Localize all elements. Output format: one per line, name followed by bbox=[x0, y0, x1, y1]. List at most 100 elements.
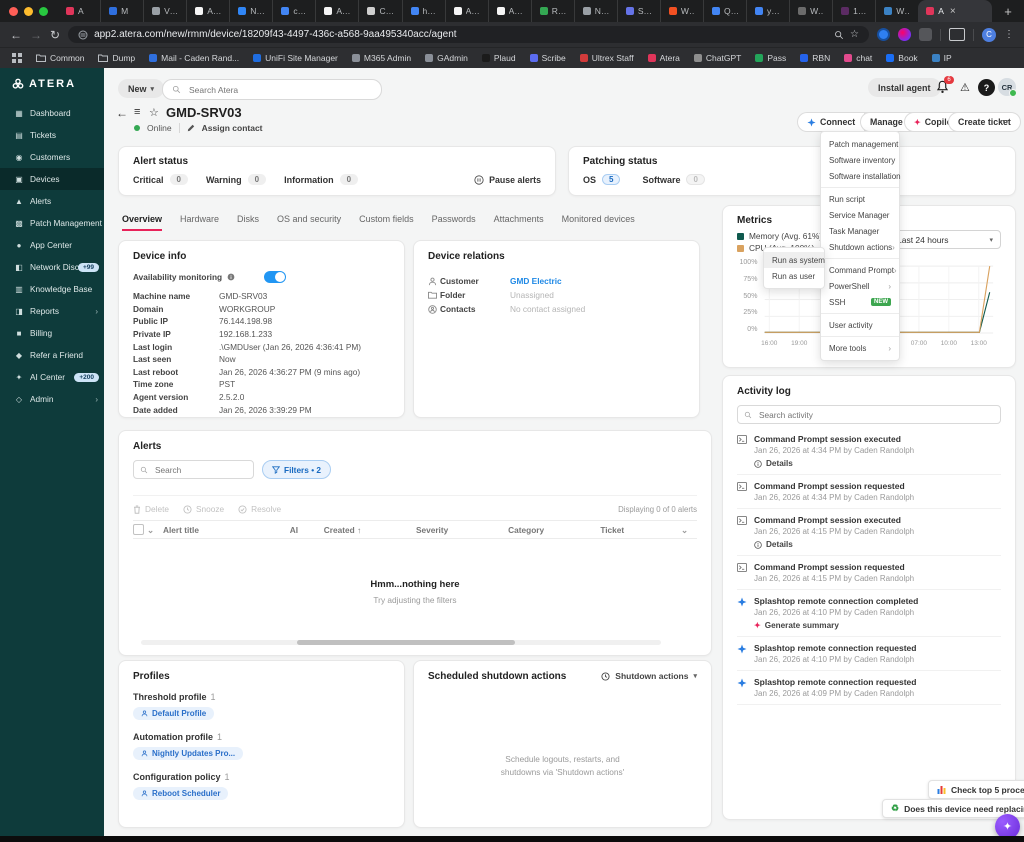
browser-tab[interactable]: A bbox=[58, 0, 100, 22]
side-panel-icon[interactable] bbox=[949, 28, 965, 41]
manage-menu-item[interactable] bbox=[821, 336, 899, 337]
manage-menu-item[interactable]: Software inventory bbox=[821, 152, 899, 168]
zoom-icon[interactable] bbox=[834, 30, 844, 40]
device-tab[interactable]: Monitored devices bbox=[562, 214, 635, 231]
global-search[interactable] bbox=[162, 79, 382, 100]
column-options-caret[interactable]: ⌄ bbox=[681, 525, 697, 535]
reload-button[interactable]: ↻ bbox=[50, 28, 60, 42]
forward-button[interactable]: → bbox=[30, 28, 42, 42]
activity-search[interactable] bbox=[737, 405, 1001, 424]
browser-tab[interactable]: Wha bbox=[875, 0, 918, 22]
sidebar-item[interactable]: ✦ AI Center +200 bbox=[0, 366, 104, 388]
global-search-input[interactable] bbox=[187, 83, 351, 96]
shutdown-actions-menu-button[interactable]: Shutdown actions ▾ bbox=[601, 671, 697, 681]
device-list-icon[interactable]: ≡ bbox=[134, 106, 140, 118]
browser-tab[interactable]: New bbox=[573, 0, 617, 22]
notifications-button[interactable]: 6 bbox=[936, 76, 954, 94]
pause-alerts-button[interactable]: Pause alerts bbox=[474, 175, 541, 185]
install-agent-button[interactable]: Install agent bbox=[868, 78, 941, 97]
browser-profile-avatar[interactable]: C bbox=[982, 27, 996, 42]
column-severity[interactable]: Severity bbox=[416, 525, 508, 535]
profile-chip[interactable]: Reboot Scheduler bbox=[133, 787, 229, 800]
manage-menu-item[interactable]: PowerShell › bbox=[821, 278, 899, 294]
resolve-button[interactable]: Resolve bbox=[238, 504, 281, 514]
sidebar-item[interactable]: ■ Billing bbox=[0, 322, 104, 344]
customer-link[interactable]: GMD Electric bbox=[510, 276, 562, 286]
select-caret-icon[interactable]: ⌄ bbox=[147, 525, 163, 535]
manage-menu-item[interactable]: Software installation bbox=[821, 168, 901, 184]
select-all-checkbox[interactable] bbox=[133, 524, 147, 535]
browser-tab[interactable]: New bbox=[229, 0, 272, 22]
device-tab[interactable]: Disks bbox=[237, 214, 259, 231]
site-settings-icon[interactable] bbox=[78, 30, 88, 40]
activity-action-button[interactable]: ✦ Details bbox=[754, 540, 1001, 549]
browser-tab[interactable]: Ama bbox=[315, 0, 358, 22]
alerts-search-input[interactable] bbox=[153, 463, 247, 476]
browser-tab[interactable]: Ama bbox=[186, 0, 229, 22]
copilot-fab[interactable]: ✦ bbox=[995, 814, 1020, 836]
bookmark-star-icon[interactable]: ☆ bbox=[850, 29, 859, 40]
sidebar-item[interactable]: ▤ Tickets bbox=[0, 124, 104, 146]
sidebar-item[interactable]: ◧ Network Discovery +99 bbox=[0, 256, 104, 278]
more-actions-button[interactable]: ⋯ bbox=[998, 114, 1009, 127]
new-button[interactable]: New ▾ bbox=[118, 79, 165, 98]
column-category[interactable]: Category bbox=[508, 525, 600, 535]
manage-menu-item[interactable] bbox=[821, 187, 899, 188]
bookmark-item[interactable]: Ultrex Staff bbox=[579, 53, 634, 63]
manage-menu-item[interactable]: Service Manager bbox=[821, 207, 899, 223]
bookmark-item[interactable]: chat bbox=[844, 53, 872, 63]
snooze-button[interactable]: Snooze bbox=[183, 504, 224, 514]
close-window-button[interactable] bbox=[9, 6, 18, 16]
column-created[interactable]: Created ↑ bbox=[324, 525, 416, 535]
create-ticket-button[interactable]: Create ticket bbox=[948, 112, 1021, 132]
browser-tab[interactable]: View bbox=[143, 0, 186, 22]
sidebar-item[interactable]: ● App Center bbox=[0, 234, 104, 256]
sidebar-item[interactable]: ◨ Reports › bbox=[0, 300, 104, 322]
manage-menu-item[interactable] bbox=[821, 313, 899, 314]
manage-menu-item[interactable]: SSH NEW bbox=[821, 294, 899, 310]
manage-menu-item[interactable]: User activity bbox=[821, 317, 899, 333]
browser-tab[interactable]: M bbox=[100, 0, 143, 22]
activity-action-button[interactable]: ✦ Generate summary bbox=[754, 621, 1001, 630]
bookmark-item[interactable]: GAdmin bbox=[425, 53, 468, 63]
device-tab[interactable]: Passwords bbox=[432, 214, 476, 231]
browser-menu-icon[interactable]: ⋮ bbox=[1004, 29, 1014, 40]
bookmark-item[interactable]: UniFi Site Manager bbox=[253, 53, 338, 63]
browser-tab[interactable]: Ama bbox=[444, 0, 488, 22]
availability-monitoring-toggle[interactable] bbox=[264, 270, 287, 283]
activity-action-button[interactable]: ✦ Details bbox=[754, 459, 1001, 468]
scrollbar-thumb[interactable] bbox=[297, 640, 516, 645]
browser-tab[interactable]: yout bbox=[746, 0, 789, 22]
browser-tab[interactable]: A × bbox=[918, 0, 993, 22]
manage-menu-item[interactable]: Patch management bbox=[821, 136, 899, 152]
browser-tab[interactable]: can y bbox=[272, 0, 315, 22]
delete-button[interactable]: Delete bbox=[133, 504, 169, 514]
connect-button[interactable]: Connect bbox=[797, 112, 865, 132]
manage-menu-item[interactable] bbox=[821, 258, 899, 259]
atera-logo[interactable]: ATERA bbox=[0, 68, 104, 102]
device-tab[interactable]: Custom fields bbox=[359, 214, 414, 231]
zoom-window-button[interactable] bbox=[39, 6, 48, 16]
browser-tab[interactable]: Why bbox=[659, 0, 703, 22]
check-processes-chip[interactable]: Check top 5 processes bbox=[928, 780, 1024, 799]
submenu-item[interactable]: Run as system bbox=[764, 252, 825, 268]
help-button[interactable]: ? bbox=[978, 79, 995, 96]
bookmark-item[interactable]: ChatGPT bbox=[693, 53, 741, 63]
bookmark-item[interactable]: Scribe bbox=[529, 53, 566, 63]
back-button[interactable]: ← bbox=[116, 106, 128, 120]
alerts-search[interactable] bbox=[133, 460, 254, 479]
tab-close-icon[interactable]: × bbox=[950, 6, 956, 17]
browser-tab[interactable]: Chat bbox=[358, 0, 401, 22]
bookmark-item[interactable]: Atera bbox=[647, 53, 680, 63]
manage-menu-item[interactable]: Task Manager bbox=[821, 223, 899, 239]
sidebar-item[interactable]: ▦ Dashboard bbox=[0, 102, 104, 124]
favorite-star-icon[interactable]: ☆ bbox=[149, 106, 159, 119]
sidebar-item[interactable]: ◉ Customers bbox=[0, 146, 104, 168]
time-range-select[interactable]: Last 24 hours ▾ bbox=[889, 230, 1001, 249]
column-ai[interactable]: AI bbox=[290, 525, 324, 535]
bookmark-item[interactable]: Dump bbox=[98, 53, 135, 63]
user-avatar[interactable]: CR bbox=[998, 78, 1017, 97]
browser-tab[interactable]: how bbox=[401, 0, 445, 22]
device-tab[interactable]: Attachments bbox=[494, 214, 544, 231]
manage-menu-item[interactable]: Command Prompt › bbox=[821, 262, 899, 278]
